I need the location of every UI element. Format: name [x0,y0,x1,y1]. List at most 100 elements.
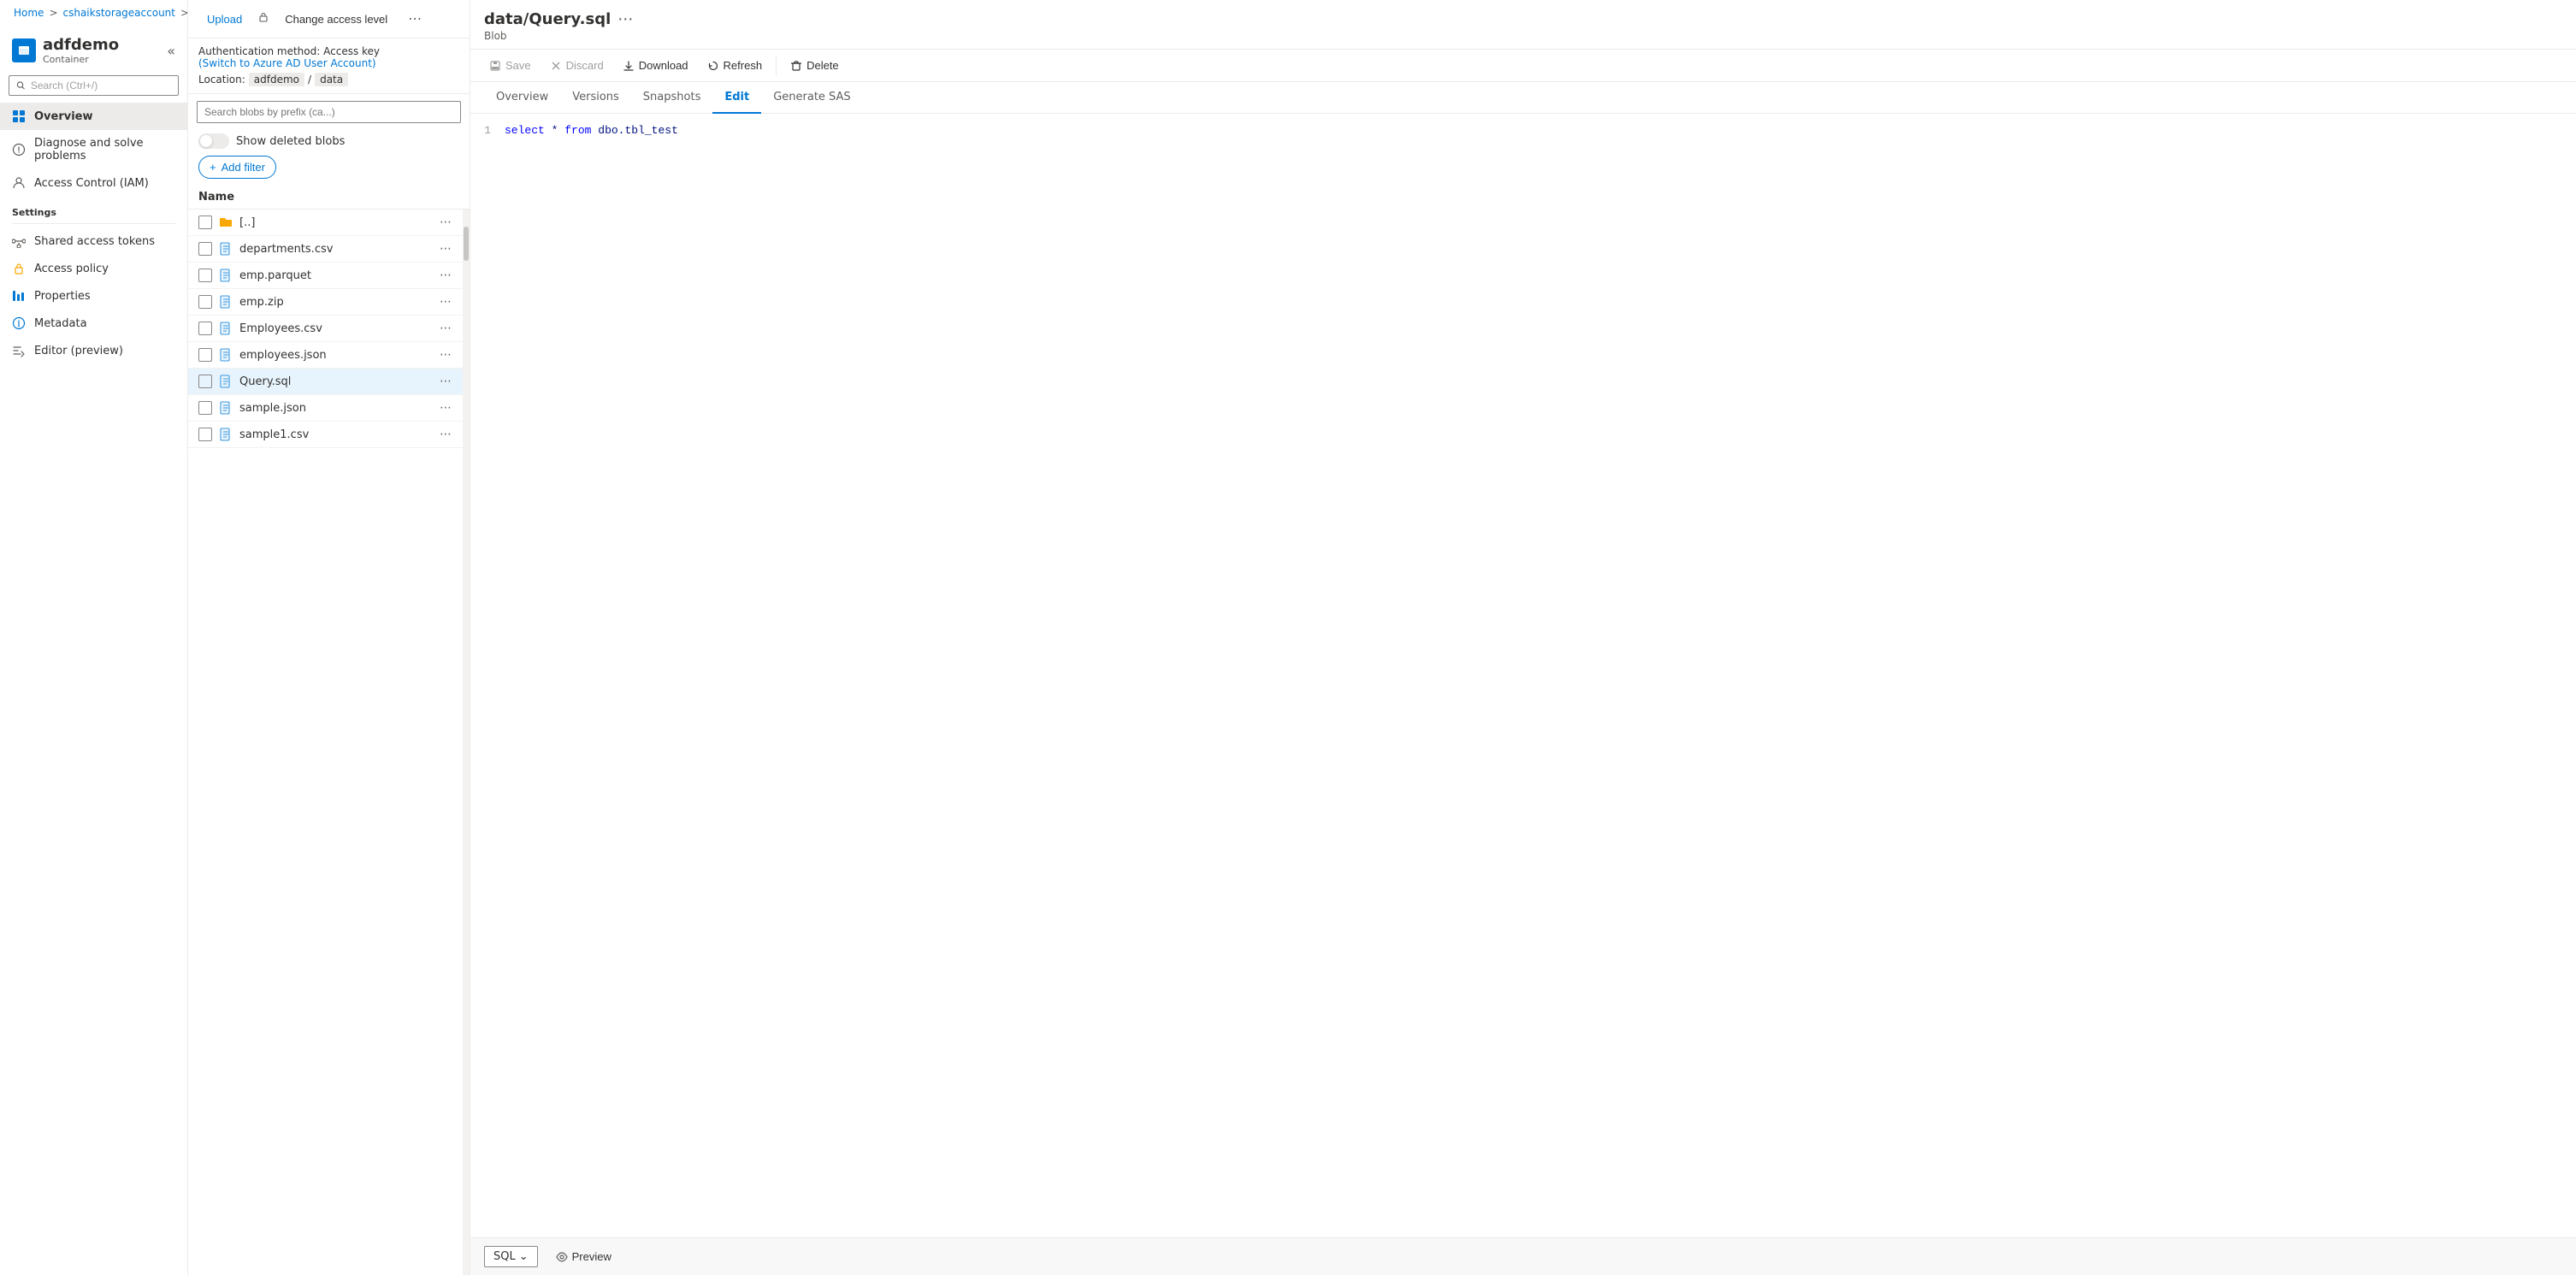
sidebar-item-iam[interactable]: Access Control (IAM) [0,169,187,197]
sidebar-item-diagnose[interactable]: Diagnose and solve problems [0,130,187,169]
sidebar-header: adfdemo Container « [0,26,187,68]
file-icon [219,348,233,362]
tab-edit[interactable]: Edit [712,82,761,114]
delete-button[interactable]: Delete [782,55,848,76]
overview-icon [12,109,26,123]
sidebar-item-metadata[interactable]: Metadata [0,310,187,337]
content-area: Upload Change access level ⋯ Authenticat… [188,0,2576,1275]
toolbar-separator [776,56,777,76]
file-name: emp.zip [239,296,433,309]
tab-edit-label: Edit [724,91,749,103]
file-row[interactable]: sample1.csv ⋯ [188,422,463,448]
tab-snapshots[interactable]: Snapshots [631,82,713,114]
container-icon [12,38,36,62]
download-button[interactable]: Download [614,55,697,76]
breadcrumb-home[interactable]: Home [14,7,44,19]
file-row[interactable]: emp.zip ⋯ [188,289,463,316]
location-adfdemo: adfdemo [249,73,304,86]
delete-label: Delete [806,59,839,72]
file-icon [219,401,233,415]
sidebar-search-input[interactable] [31,80,171,91]
editor-icon [12,344,26,357]
file-checkbox[interactable] [198,348,212,362]
plus-icon: + [210,161,216,174]
auth-method: Authentication method: Access key (Switc… [188,38,470,94]
sidebar-search-container[interactable] [9,75,179,96]
sidebar-item-editor[interactable]: Editor (preview) [0,337,187,364]
file-row[interactable]: employees.json ⋯ [188,342,463,369]
file-more-options[interactable]: ⋯ [440,215,452,229]
file-name: sample1.csv [239,428,433,441]
file-row-selected[interactable]: Query.sql ⋯ [188,369,463,395]
sidebar-item-overview[interactable]: Overview [0,103,187,130]
file-checkbox[interactable] [198,295,212,309]
settings-section: Settings [0,200,187,227]
file-row[interactable]: Employees.csv ⋯ [188,316,463,342]
language-label: SQL [493,1250,516,1263]
file-more-options[interactable]: ⋯ [440,375,452,388]
blob-search-input[interactable] [197,101,461,123]
file-list: [..] ⋯ departments.csv ⋯ [188,210,463,1275]
file-more-options[interactable]: ⋯ [440,348,452,362]
file-list-toolbar: Upload Change access level ⋯ [188,0,470,38]
file-row[interactable]: departments.csv ⋯ [188,236,463,263]
file-row[interactable]: [..] ⋯ [188,210,463,236]
preview-icon [556,1251,568,1263]
file-list-panel: Upload Change access level ⋯ Authenticat… [188,0,470,1275]
file-row[interactable]: sample.json ⋯ [188,395,463,422]
scroll-indicator[interactable] [463,210,470,1275]
line-number: 1 [470,124,505,137]
file-checkbox[interactable] [198,269,212,282]
file-more-options[interactable]: ⋯ [440,242,452,256]
editor-filename: data/Query.sql [484,10,611,28]
file-more-options[interactable]: ⋯ [440,401,452,415]
more-options-button[interactable]: ⋯ [403,7,427,31]
settings-title: Settings [12,207,175,224]
file-checkbox[interactable] [198,215,212,229]
file-checkbox[interactable] [198,428,212,441]
location-data: data [315,73,348,86]
file-more-options[interactable]: ⋯ [440,295,452,309]
file-row[interactable]: emp.parquet ⋯ [188,263,463,289]
discard-button[interactable]: Discard [541,55,612,76]
file-checkbox[interactable] [198,322,212,335]
file-checkbox[interactable] [198,375,212,388]
sidebar-item-overview-label: Overview [34,110,93,123]
sidebar-item-shared-access[interactable]: Shared access tokens [0,227,187,255]
tab-generate-sas[interactable]: Generate SAS [761,82,863,114]
editor-subtitle: Blob [484,30,2562,42]
save-button[interactable]: Save [481,55,540,76]
sidebar-subtitle: Container [43,54,119,65]
code-line-1: 1 select * from dbo.tbl_test [470,124,2576,137]
auth-switch-link[interactable]: (Switch to Azure AD User Account) [198,57,376,69]
sidebar-title: adfdemo [43,36,119,54]
add-filter-button[interactable]: + Add filter [198,156,276,179]
name-column-label: Name [198,191,234,204]
sidebar-nav: Overview Diagnose and solve problems Acc… [0,103,187,197]
sidebar-collapse-btn[interactable]: « [167,43,175,59]
show-deleted-toggle[interactable] [198,133,229,149]
change-access-button[interactable]: Change access level [276,9,396,30]
sidebar-item-access-policy[interactable]: Access policy [0,255,187,282]
file-checkbox[interactable] [198,401,212,415]
discard-label: Discard [566,59,604,72]
refresh-button[interactable]: Refresh [699,55,771,76]
language-selector[interactable]: SQL ⌄ [484,1246,538,1267]
file-checkbox[interactable] [198,242,212,256]
tab-versions[interactable]: Versions [560,82,631,114]
file-more-options[interactable]: ⋯ [440,322,452,335]
properties-icon [12,289,26,303]
preview-button[interactable]: Preview [545,1245,623,1268]
breadcrumb-storage[interactable]: cshaikstorageaccount [63,7,175,19]
sidebar-item-properties[interactable]: Properties [0,282,187,310]
tab-overview[interactable]: Overview [484,82,560,114]
file-more-options[interactable]: ⋯ [440,269,452,282]
code-editor[interactable]: 1 select * from dbo.tbl_test [470,114,2576,1237]
upload-button[interactable]: Upload [198,9,251,30]
editor-more-button[interactable]: ⋯ [617,10,633,28]
auth-label: Authentication method: [198,45,320,57]
breadcrumb: Home > cshaikstorageaccount > adfdemo > [0,0,187,26]
file-more-options[interactable]: ⋯ [440,428,452,441]
sidebar-item-diagnose-label: Diagnose and solve problems [34,137,175,162]
refresh-label: Refresh [724,59,763,72]
